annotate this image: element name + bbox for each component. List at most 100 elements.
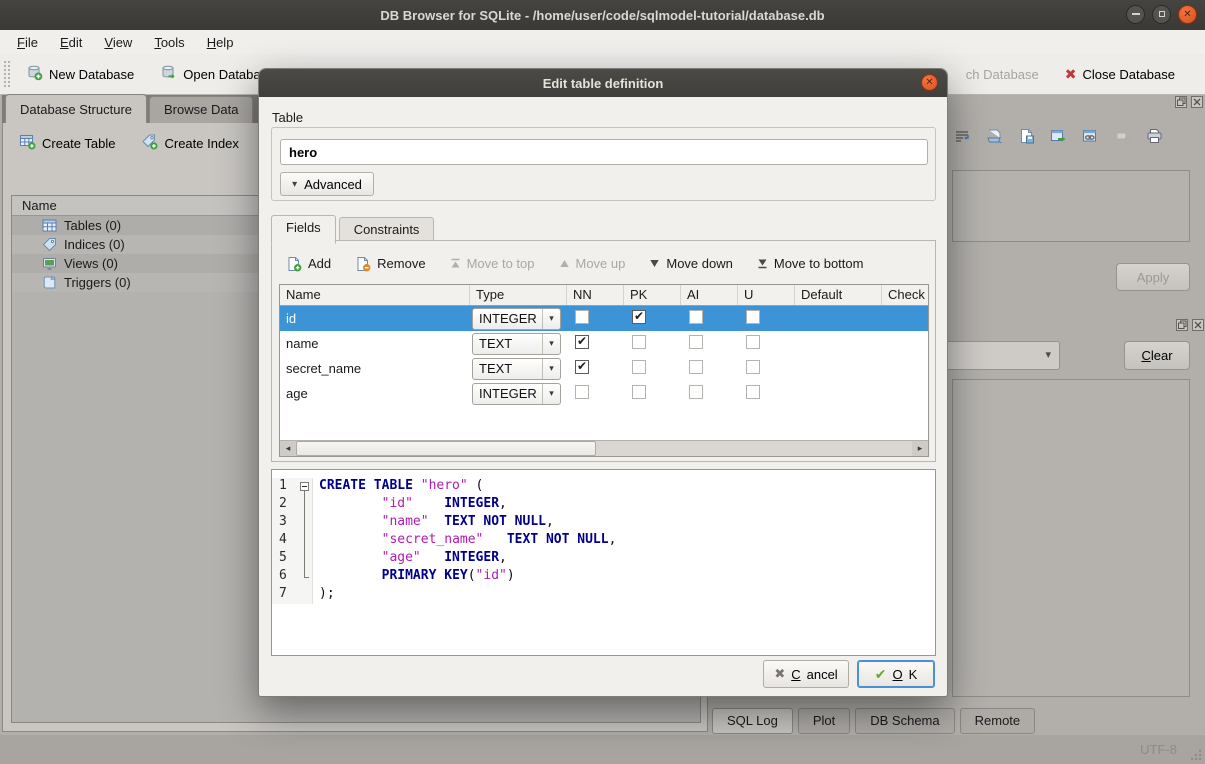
field-row-age[interactable]: ageINTEGER [280, 381, 928, 406]
add-button[interactable]: Add [286, 256, 331, 272]
line-number: 3 [272, 514, 298, 532]
column-header-default[interactable]: Default [795, 285, 882, 305]
fold-marker [298, 496, 313, 514]
fold-marker [298, 532, 313, 550]
field-name-cell[interactable]: name [280, 336, 470, 351]
bottom-tab-remote[interactable]: Remote [960, 708, 1036, 734]
export-window-icon[interactable] [1048, 126, 1069, 146]
field-name-cell[interactable]: id [280, 311, 470, 326]
close-window-button[interactable]: ✕ [1178, 5, 1197, 24]
close-database-icon [1065, 66, 1077, 83]
ai-checkbox[interactable] [689, 335, 703, 349]
ai-checkbox[interactable] [689, 310, 703, 324]
fold-marker[interactable] [298, 478, 313, 496]
field-name-cell[interactable]: secret_name [280, 361, 470, 376]
tab-database-structure[interactable]: Database Structure [5, 94, 147, 123]
menu-help[interactable]: Help [196, 32, 245, 53]
type-combobox[interactable]: INTEGER [472, 308, 561, 330]
nn-checkbox[interactable] [575, 360, 589, 374]
create-table-label: Create Table [42, 136, 115, 151]
cancel-button[interactable]: Cancel [763, 660, 849, 688]
column-header-type[interactable]: Type [470, 285, 567, 305]
field-name-cell[interactable]: age [280, 386, 470, 401]
bottom-tab-db-schema[interactable]: DB Schema [855, 708, 954, 734]
new-database-button[interactable]: New Database [16, 58, 144, 90]
toolbar-drag-handle[interactable] [4, 61, 10, 87]
pk-checkbox[interactable] [632, 310, 646, 324]
u-checkbox[interactable] [746, 360, 760, 374]
menu-view[interactable]: View [93, 32, 143, 53]
u-checkbox[interactable] [746, 310, 760, 324]
import-text-icon[interactable] [984, 126, 1005, 146]
pk-checkbox[interactable] [632, 360, 646, 374]
sql-log-text-area[interactable] [952, 379, 1190, 697]
type-combobox[interactable]: INTEGER [472, 383, 561, 405]
link-window-icon[interactable] [1080, 126, 1101, 146]
move-to-top-button[interactable]: Move to top [450, 256, 535, 271]
edit-cell-text-area[interactable] [952, 170, 1190, 242]
log-filter-combobox[interactable] [944, 341, 1060, 370]
move-down-button[interactable]: Move down [649, 256, 732, 271]
create-table-button[interactable]: Create Table [19, 133, 115, 153]
nn-checkbox[interactable] [575, 310, 589, 324]
advanced-toggle-button[interactable]: Advanced [280, 172, 374, 196]
menu-tools[interactable]: Tools [143, 32, 195, 53]
minimize-icon [1132, 13, 1140, 15]
attach-database-button[interactable]: ch Database [956, 61, 1049, 88]
menu-file[interactable]: File [6, 32, 49, 53]
ok-button[interactable]: OK [857, 660, 935, 688]
ai-checkbox[interactable] [689, 360, 703, 374]
nn-checkbox[interactable] [575, 385, 589, 399]
column-header-u[interactable]: U [738, 285, 795, 305]
column-header-pk[interactable]: PK [624, 285, 681, 305]
resize-grip[interactable] [1190, 749, 1202, 761]
menu-edit[interactable]: Edit [49, 32, 93, 53]
nn-checkbox[interactable] [575, 335, 589, 349]
bottom-tab-sql-log[interactable]: SQL Log [712, 708, 793, 734]
horizontal-scrollbar[interactable]: ◂ ▸ [280, 440, 928, 456]
remove-button[interactable]: Remove [355, 256, 425, 272]
chevron-down-icon [542, 384, 560, 404]
apply-button[interactable]: Apply [1116, 263, 1190, 291]
dock-float-icon[interactable] [1175, 96, 1187, 108]
scrollbar-thumb[interactable] [296, 441, 596, 456]
pk-checkbox[interactable] [632, 335, 646, 349]
dock-close-icon[interactable] [1192, 319, 1204, 331]
dock-float-icon[interactable] [1176, 319, 1188, 331]
save-text-icon[interactable] [1016, 126, 1037, 146]
field-row-id[interactable]: idINTEGER [280, 306, 928, 331]
ai-checkbox[interactable] [689, 385, 703, 399]
tab-fields[interactable]: Fields [271, 215, 336, 244]
table-name-input[interactable] [280, 139, 928, 165]
word-wrap-icon[interactable] [952, 126, 973, 146]
maximize-button[interactable] [1152, 5, 1171, 24]
tab-browse-data[interactable]: Browse Data [149, 96, 253, 123]
eraser-icon[interactable] [1112, 126, 1133, 146]
close-database-button[interactable]: Close Database [1055, 60, 1185, 89]
create-index-button[interactable]: Create Index [141, 133, 238, 153]
column-header-check[interactable]: Check [882, 285, 929, 305]
dock-close-icon[interactable] [1191, 96, 1203, 108]
dialog-close-button[interactable]: ✕ [921, 74, 938, 91]
column-header-ai[interactable]: AI [681, 285, 738, 305]
column-header-name[interactable]: Name [280, 285, 470, 305]
collapse-icon[interactable] [300, 482, 309, 491]
type-combobox[interactable]: TEXT [472, 358, 561, 380]
move-up-button[interactable]: Move up [559, 256, 626, 271]
pk-checkbox[interactable] [632, 385, 646, 399]
field-row-secret_name[interactable]: secret_nameTEXT [280, 356, 928, 381]
column-header-nn[interactable]: NN [567, 285, 624, 305]
u-checkbox[interactable] [746, 335, 760, 349]
bottom-tab-plot[interactable]: Plot [798, 708, 850, 734]
tree-item-label: Views (0) [64, 256, 118, 271]
clear-log-button[interactable]: Clear [1124, 341, 1190, 370]
scroll-right-icon[interactable]: ▸ [912, 441, 928, 456]
action-label: Remove [377, 256, 425, 271]
move-to-bottom-button[interactable]: Move to bottom [757, 256, 864, 271]
printer-icon[interactable] [1144, 126, 1165, 146]
type-combobox[interactable]: TEXT [472, 333, 561, 355]
minimize-button[interactable] [1126, 5, 1145, 24]
field-row-name[interactable]: nameTEXT [280, 331, 928, 356]
u-checkbox[interactable] [746, 385, 760, 399]
scroll-left-icon[interactable]: ◂ [280, 441, 296, 456]
